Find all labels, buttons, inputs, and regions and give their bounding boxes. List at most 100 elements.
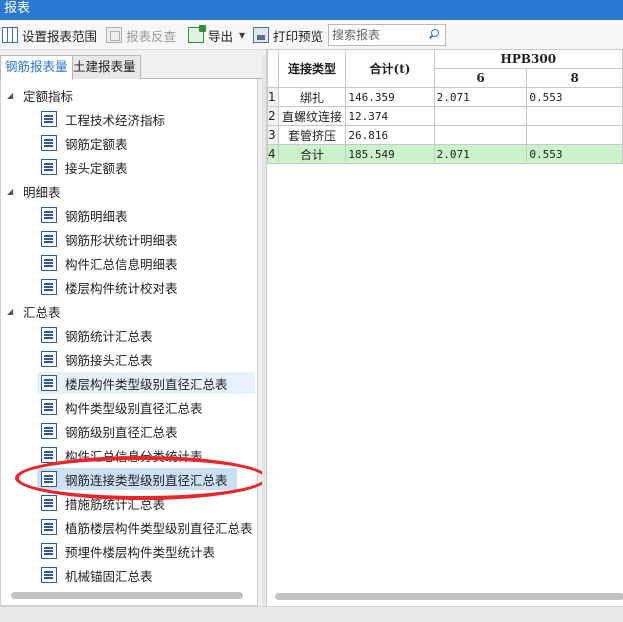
search-input[interactable]: [332, 26, 426, 44]
report-tabs: 钢筋报表量 土建报表量: [0, 55, 262, 80]
tree-group-label: 明细表: [23, 184, 61, 200]
cell-diameter-8[interactable]: [526, 125, 623, 145]
cell-diameter-6[interactable]: 2.071: [433, 87, 528, 107]
cell-total[interactable]: 12.374: [345, 106, 435, 126]
tree-item[interactable]: 钢筋明细表: [41, 204, 128, 226]
document-list-icon: [41, 375, 57, 391]
expanded-triangle-icon[interactable]: ◢: [7, 91, 17, 100]
cell-diameter-8[interactable]: [526, 106, 623, 126]
tree-item[interactable]: 构件类型级别直径汇总表: [41, 396, 203, 418]
print-preview-icon: [253, 27, 269, 43]
tree-item-selected[interactable]: 钢筋连接类型级别直径汇总表: [37, 468, 237, 490]
tree-item[interactable]: 构件汇总信息明细表: [41, 252, 178, 274]
document-list-icon: [41, 351, 57, 367]
table-row[interactable]: 3 套管挤压 26.816: [267, 125, 623, 145]
tree-item-label: 构件类型级别直径汇总表: [65, 400, 203, 416]
expanded-triangle-icon[interactable]: ◢: [7, 307, 17, 316]
cell-diameter-6[interactable]: [433, 106, 528, 126]
document-list-icon: [41, 399, 57, 415]
cell-connection-type[interactable]: 直螺纹连接: [277, 106, 347, 126]
tree-item[interactable]: 工程技术经济指标: [41, 108, 165, 130]
table-row[interactable]: 1 绑扎 146.359 2.071 0.553: [267, 87, 623, 107]
tree-horizontal-scrollbar[interactable]: [11, 592, 243, 599]
status-bar: [0, 606, 623, 622]
cell-connection-type[interactable]: 套管挤压: [277, 125, 347, 145]
report-check-label: 报表反查: [126, 28, 177, 44]
tree-item-label: 植筋楼层构件类型级别直径汇总表: [65, 520, 253, 536]
document-list-icon: [41, 279, 57, 295]
tree-item-hovered[interactable]: 楼层构件类型级别直径汇总表: [37, 372, 255, 394]
tree-item-label: 楼层构件统计校对表: [65, 280, 178, 296]
tab-rebar-report[interactable]: 钢筋报表量: [0, 55, 73, 80]
tree-item[interactable]: 预埋件楼层构件类型统计表: [41, 540, 215, 562]
table-range-icon: [2, 27, 18, 43]
cell-diameter-6[interactable]: [433, 125, 528, 145]
report-tree: ◢ 定额指标 工程技术经济指标 钢筋定额表 接头定额表 ◢ 明细表 钢筋明细表 …: [0, 79, 258, 606]
expanded-triangle-icon[interactable]: ◢: [7, 187, 17, 196]
document-list-icon: [41, 447, 57, 463]
tree-item[interactable]: 措施筋统计汇总表: [41, 492, 165, 514]
tree-item-label: 工程技术经济指标: [65, 112, 166, 128]
tree-item-label: 构件汇总信息明细表: [65, 256, 178, 272]
search-icon[interactable]: [428, 29, 439, 40]
document-list-icon: [41, 495, 57, 511]
excel-export-icon: [188, 25, 206, 43]
set-range-button[interactable]: 设置报表范围: [2, 24, 97, 46]
document-list-icon: [41, 423, 57, 439]
cell-diameter-8[interactable]: 0.553: [526, 87, 623, 107]
tree-item[interactable]: 钢筋形状统计明细表: [41, 228, 178, 250]
cell-diameter-8[interactable]: 0.553: [526, 144, 623, 164]
report-table: 连接类型 合计(t) HPB300 6 8 1 绑扎 146.359 2.071…: [267, 49, 623, 164]
report-check-button[interactable]: 报表反查: [106, 24, 176, 46]
row-number: 2: [267, 106, 279, 126]
cell-total[interactable]: 146.359: [345, 87, 435, 107]
tab-civil-report[interactable]: 土建报表量: [68, 55, 141, 79]
document-list-icon: [41, 543, 57, 559]
tree-item[interactable]: 钢筋级别直径汇总表: [41, 420, 178, 442]
cell-connection-type[interactable]: 合计: [277, 144, 347, 164]
export-button[interactable]: 导出 ▼: [188, 24, 245, 46]
tree-group-label: 定额指标: [23, 88, 74, 104]
document-list-icon: [41, 111, 57, 127]
grid-horizontal-scrollbar[interactable]: [275, 593, 623, 600]
tree-item[interactable]: 植筋楼层构件类型级别直径汇总表: [41, 516, 253, 538]
header-total: 合计(t): [345, 49, 435, 88]
cell-total[interactable]: 26.816: [345, 125, 435, 145]
tree-group-quota[interactable]: ◢ 定额指标: [1, 84, 73, 106]
print-preview-button[interactable]: 打印预览: [253, 24, 323, 46]
tree-item[interactable]: 钢筋定额表: [41, 132, 128, 154]
header-hpb300: HPB300: [433, 49, 623, 69]
tree-item-label: 楼层构件类型级别直径汇总表: [65, 376, 228, 392]
tree-item[interactable]: 钢筋统计汇总表: [41, 324, 153, 346]
tree-item-label: 构件汇总信息分类统计表: [65, 448, 203, 464]
tree-item[interactable]: 钢筋接头汇总表: [41, 348, 153, 370]
tree-item-label: 钢筋级别直径汇总表: [65, 424, 178, 440]
document-list-icon: [41, 135, 57, 151]
tree-item-label: 预埋件楼层构件类型统计表: [65, 544, 216, 560]
document-list-icon: [41, 231, 57, 247]
cell-connection-type[interactable]: 绑扎: [277, 87, 347, 107]
table-row-total[interactable]: 4 合计 185.549 2.071 0.553: [267, 144, 623, 164]
tree-group-detail[interactable]: ◢ 明细表: [1, 180, 61, 202]
tree-item-label: 钢筋接头汇总表: [65, 352, 153, 368]
tree-item[interactable]: 构件汇总信息分类统计表: [41, 444, 203, 466]
header-connection-type: 连接类型: [277, 49, 347, 88]
tree-item-label: 钢筋定额表: [65, 136, 128, 152]
tree-item[interactable]: 楼层构件统计校对表: [41, 276, 178, 298]
set-range-label: 设置报表范围: [22, 28, 98, 44]
document-list-icon: [41, 255, 57, 271]
toolbar: 设置报表范围 报表反查 导出 ▼ 打印预览: [0, 20, 623, 50]
cell-total[interactable]: 185.549: [345, 144, 435, 164]
table-row[interactable]: 2 直螺纹连接 12.374: [267, 106, 623, 126]
tree-item-label: 措施筋统计汇总表: [65, 496, 166, 512]
cell-diameter-6[interactable]: 2.071: [433, 144, 528, 164]
tree-item-label: 钢筋明细表: [65, 208, 128, 224]
chevron-down-icon: ▼: [239, 30, 246, 40]
tree-item[interactable]: 接头定额表: [41, 156, 128, 178]
tree-group-summary[interactable]: ◢ 汇总表: [1, 300, 61, 322]
row-number: 3: [267, 125, 279, 145]
document-list-icon: [41, 207, 57, 223]
tree-item-label: 钢筋连接类型级别直径汇总表: [65, 472, 228, 488]
search-box: [328, 24, 446, 46]
tree-item[interactable]: 机械锚固汇总表: [41, 564, 153, 586]
